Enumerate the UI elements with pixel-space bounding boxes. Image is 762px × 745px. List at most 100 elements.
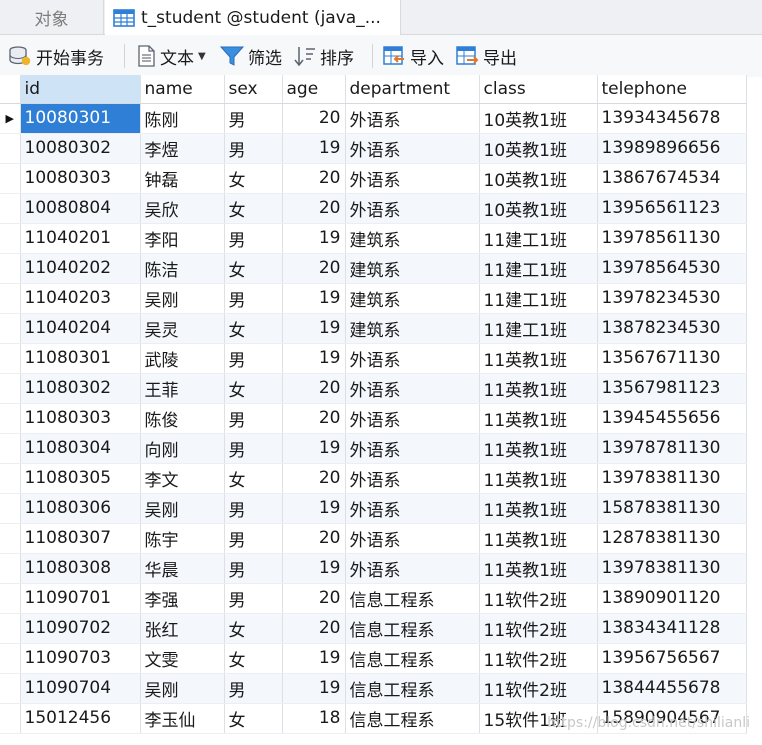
row-selector[interactable]: ▶ bbox=[0, 103, 21, 134]
table-row[interactable]: 10080302 李煜男 19 外语系 10英教1班 13989896656 bbox=[0, 133, 747, 164]
cell-name[interactable]: 陈俊 bbox=[140, 403, 225, 434]
column-header-sex[interactable]: sex bbox=[224, 75, 283, 104]
row-selector[interactable] bbox=[0, 613, 21, 644]
table-row[interactable]: 11090704 吴刚男 19 信息工程系 11软件2班 13844455678 bbox=[0, 673, 747, 704]
row-selector[interactable] bbox=[0, 253, 21, 284]
tab-table-t-student[interactable]: t_student @student (java_... bbox=[105, 0, 401, 35]
sort-button[interactable]: 排序 bbox=[294, 35, 354, 77]
begin-transaction-button[interactable]: 开始事务 bbox=[8, 35, 104, 77]
cell-class[interactable]: 11英教1班 bbox=[479, 343, 598, 374]
cell-name[interactable]: 向刚 bbox=[140, 433, 225, 464]
cell-telephone[interactable]: 13834341128 bbox=[597, 613, 747, 644]
cell-name[interactable]: 武陵 bbox=[140, 343, 225, 374]
cell-age[interactable]: 19 bbox=[282, 223, 346, 254]
table-row[interactable]: ▶ 10080301 陈刚男 20 外语系 10英教1班 13934345678 bbox=[0, 103, 747, 134]
cell-department[interactable]: 信息工程系 bbox=[345, 673, 480, 704]
cell-class[interactable]: 11软件2班 bbox=[479, 613, 598, 644]
row-selector[interactable] bbox=[0, 133, 21, 164]
column-header-telephone[interactable]: telephone bbox=[597, 75, 747, 104]
row-selector[interactable] bbox=[0, 703, 21, 734]
column-header-department[interactable]: department bbox=[345, 75, 480, 104]
cell-telephone[interactable]: 13978381130 bbox=[597, 463, 747, 494]
cell-id[interactable]: 11090704 bbox=[20, 673, 141, 704]
cell-class[interactable]: 11建工1班 bbox=[479, 313, 598, 344]
table-row[interactable]: 11090703 文雯女 19 信息工程系 11软件2班 13956756567 bbox=[0, 643, 747, 674]
cell-name[interactable]: 吴刚 bbox=[140, 493, 225, 524]
cell-sex[interactable]: 男 bbox=[224, 583, 283, 614]
text-view-button[interactable]: 文本 ▼ bbox=[136, 35, 206, 77]
cell-id[interactable]: 11080303 bbox=[20, 403, 141, 434]
cell-age[interactable]: 20 bbox=[282, 523, 346, 554]
cell-age[interactable]: 19 bbox=[282, 673, 346, 704]
cell-age[interactable]: 20 bbox=[282, 193, 346, 224]
cell-sex[interactable]: 女 bbox=[224, 703, 283, 734]
row-selector[interactable] bbox=[0, 523, 21, 554]
row-selector[interactable] bbox=[0, 313, 21, 344]
table-row[interactable]: 11040201 李阳男 19 建筑系 11建工1班 13978561130 bbox=[0, 223, 747, 254]
cell-sex[interactable]: 女 bbox=[224, 613, 283, 644]
table-row[interactable]: 11080302 王菲女 20 外语系 11英教1班 13567981123 bbox=[0, 373, 747, 404]
cell-class[interactable]: 10英教1班 bbox=[479, 163, 598, 194]
table-row[interactable]: 10080804 吴欣女 20 外语系 10英教1班 13956561123 bbox=[0, 193, 747, 224]
chevron-down-icon[interactable]: ▼ bbox=[198, 51, 206, 62]
row-selector[interactable] bbox=[0, 463, 21, 494]
cell-department[interactable]: 外语系 bbox=[345, 463, 480, 494]
cell-class[interactable]: 11英教1班 bbox=[479, 553, 598, 584]
cell-sex[interactable]: 女 bbox=[224, 463, 283, 494]
cell-department[interactable]: 外语系 bbox=[345, 553, 480, 584]
cell-sex[interactable]: 男 bbox=[224, 673, 283, 704]
cell-department[interactable]: 信息工程系 bbox=[345, 643, 480, 674]
cell-sex[interactable]: 男 bbox=[224, 133, 283, 164]
cell-id[interactable]: 11040203 bbox=[20, 283, 141, 314]
cell-sex[interactable]: 女 bbox=[224, 163, 283, 194]
column-header-class[interactable]: class bbox=[479, 75, 598, 104]
table-row[interactable]: 11080304 向刚男 19 外语系 11英教1班 13978781130 bbox=[0, 433, 747, 464]
row-selector[interactable] bbox=[0, 283, 21, 314]
cell-class[interactable]: 11英教1班 bbox=[479, 433, 598, 464]
cell-telephone[interactable]: 13890901120 bbox=[597, 583, 747, 614]
column-header-id[interactable]: id bbox=[20, 75, 141, 104]
table-row[interactable]: 10080303 钟磊女 20 外语系 10英教1班 13867674534 bbox=[0, 163, 747, 194]
column-header-age[interactable]: age bbox=[282, 75, 346, 104]
cell-name[interactable]: 吴刚 bbox=[140, 673, 225, 704]
cell-id[interactable]: 11090703 bbox=[20, 643, 141, 674]
row-selector[interactable] bbox=[0, 223, 21, 254]
cell-name[interactable]: 陈刚 bbox=[140, 103, 225, 134]
table-row[interactable]: 11080306 吴刚男 19 外语系 11英教1班 15878381130 bbox=[0, 493, 747, 524]
cell-class[interactable]: 11软件2班 bbox=[479, 673, 598, 704]
cell-telephone[interactable]: 13956561123 bbox=[597, 193, 747, 224]
cell-id[interactable]: 15012456 bbox=[20, 703, 141, 734]
cell-id[interactable]: 10080303 bbox=[20, 163, 141, 194]
cell-name[interactable]: 李阳 bbox=[140, 223, 225, 254]
cell-department[interactable]: 外语系 bbox=[345, 343, 480, 374]
cell-department[interactable]: 外语系 bbox=[345, 373, 480, 404]
table-row[interactable]: 11080305 李文女 20 外语系 11英教1班 13978381130 bbox=[0, 463, 747, 494]
row-selector[interactable] bbox=[0, 553, 21, 584]
cell-department[interactable]: 信息工程系 bbox=[345, 583, 480, 614]
import-button[interactable]: 导入 bbox=[382, 35, 444, 77]
cell-sex[interactable]: 男 bbox=[224, 283, 283, 314]
cell-telephone[interactable]: 13978564530 bbox=[597, 253, 747, 284]
cell-telephone[interactable]: 13567671130 bbox=[597, 343, 747, 374]
cell-name[interactable]: 李强 bbox=[140, 583, 225, 614]
cell-department[interactable]: 外语系 bbox=[345, 433, 480, 464]
cell-id[interactable]: 11080307 bbox=[20, 523, 141, 554]
table-row[interactable]: 11040204 吴灵女 19 建筑系 11建工1班 13878234530 bbox=[0, 313, 747, 344]
cell-age[interactable]: 19 bbox=[282, 133, 346, 164]
table-row[interactable]: 11080308 华晨男 19 外语系 11英教1班 13978381130 bbox=[0, 553, 747, 584]
cell-age[interactable]: 19 bbox=[282, 433, 346, 464]
cell-department[interactable]: 外语系 bbox=[345, 493, 480, 524]
cell-name[interactable]: 陈洁 bbox=[140, 253, 225, 284]
cell-telephone[interactable]: 15878381130 bbox=[597, 493, 747, 524]
cell-sex[interactable]: 女 bbox=[224, 313, 283, 344]
cell-class[interactable]: 11建工1班 bbox=[479, 223, 598, 254]
cell-department[interactable]: 建筑系 bbox=[345, 313, 480, 344]
cell-telephone[interactable]: 13956756567 bbox=[597, 643, 747, 674]
cell-telephone[interactable]: 13867674534 bbox=[597, 163, 747, 194]
cell-sex[interactable]: 女 bbox=[224, 373, 283, 404]
cell-class[interactable]: 11英教1班 bbox=[479, 523, 598, 554]
cell-telephone[interactable]: 13978781130 bbox=[597, 433, 747, 464]
cell-telephone[interactable]: 13978381130 bbox=[597, 553, 747, 584]
cell-department[interactable]: 信息工程系 bbox=[345, 703, 480, 734]
row-selector[interactable] bbox=[0, 343, 21, 374]
